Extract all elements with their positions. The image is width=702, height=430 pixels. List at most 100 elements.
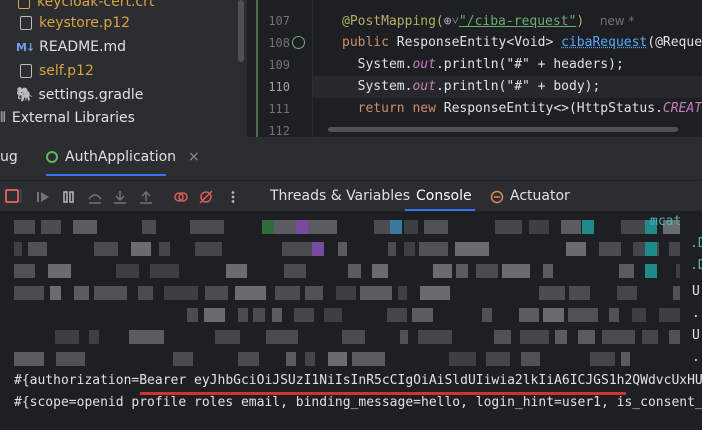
redacted-block (150, 264, 179, 278)
redacted-block (14, 242, 22, 256)
editor-gutter: 107 108 109 110 111 112 (248, 0, 313, 137)
redacted-block (555, 330, 567, 344)
log-line-scope: #{scope=openid profile roles email, bind… (14, 395, 702, 410)
editor-horizontal-scrollbar[interactable] (328, 127, 678, 132)
redacted-block (14, 264, 35, 278)
redacted-block (419, 242, 448, 256)
more-options-icon[interactable] (226, 189, 240, 203)
redacted-block (164, 286, 198, 300)
code-token: ResponseEntity<>(HttpStatus. (435, 101, 663, 116)
resume-icon[interactable] (36, 189, 50, 203)
tree-scrollbar[interactable] (238, 0, 244, 62)
redacted-block (238, 352, 259, 366)
redacted-block (187, 308, 198, 322)
debug-tool-window-header: ug AuthApplication × (0, 137, 702, 181)
redacted-block (390, 220, 402, 234)
redacted-block (590, 352, 615, 366)
redacted-block (502, 264, 530, 278)
code-line-111: return new ResponseEntity<>(HttpStatus.C… (342, 101, 702, 116)
tree-item-label: External Libraries (11, 110, 135, 126)
redacted-block (617, 286, 637, 300)
redacted-block (449, 352, 476, 366)
redacted-block (582, 220, 594, 234)
tab-actuator[interactable]: Actuator (510, 188, 570, 204)
redacted-block (561, 220, 581, 234)
stop-icon[interactable] (5, 189, 19, 203)
redacted-block (418, 330, 452, 344)
redacted-block (294, 308, 314, 322)
redacted-block (215, 330, 240, 344)
redacted-block (669, 330, 680, 344)
close-icon[interactable]: × (188, 149, 200, 165)
redacted-block (645, 264, 657, 278)
view-breakpoints-icon[interactable] (174, 189, 188, 203)
redacted-block (274, 220, 297, 234)
tree-item-self-p12[interactable]: self.p12 (20, 59, 94, 83)
redacted-block (296, 220, 308, 234)
redacted-block (400, 330, 408, 344)
redacted-block (284, 264, 306, 278)
line-number: 108 (268, 36, 290, 50)
redacted-block (173, 352, 193, 366)
step-out-icon[interactable] (139, 189, 153, 204)
spring-run-icon (46, 151, 58, 163)
code-token: System. (342, 79, 413, 94)
step-over-icon[interactable] (88, 189, 102, 204)
tree-item-settings-gradle[interactable]: 🐘 settings.gradle (16, 83, 143, 107)
method-name-token: cibaRequest (561, 35, 648, 50)
redacted-block (272, 308, 282, 322)
tree-item-external-libraries[interactable]: ⫴ External Libraries (0, 106, 135, 130)
run-gutter-icon[interactable] (292, 36, 305, 49)
library-icon: ⫴ (0, 110, 6, 126)
redacted-block (372, 264, 388, 278)
paren-token: ) (576, 14, 585, 29)
active-tab-indicator (405, 209, 475, 211)
tab-auth-application[interactable]: AuthApplication × (46, 146, 200, 168)
redacted-block (328, 352, 347, 366)
redacted-block (253, 308, 265, 322)
redacted-block (336, 286, 356, 300)
redacted-block (131, 242, 151, 256)
file-icon (20, 16, 32, 30)
code-line-107: @PostMapping(⊕˅"/ciba-request") new * (342, 14, 635, 29)
redacted-block (129, 330, 164, 344)
redacted-block (424, 220, 448, 234)
gradle-icon: 🐘 (16, 87, 34, 103)
redacted-block (398, 286, 407, 300)
mute-breakpoints-icon[interactable] (199, 189, 213, 204)
redacted-block (28, 242, 47, 256)
certificate-file-icon (18, 0, 30, 9)
tab-console[interactable]: Console (416, 188, 472, 204)
redacted-block (305, 286, 323, 300)
tab-threads-variables[interactable]: Threads & Variables (270, 188, 410, 204)
redacted-block (338, 242, 347, 256)
redacted-block (404, 220, 418, 234)
redacted-block (374, 220, 391, 234)
redacted-block (262, 220, 274, 234)
redacted-block (48, 264, 71, 278)
log-partial-text: U (692, 328, 700, 343)
redacted-block (482, 308, 492, 322)
annotation-token: @PostMapping( (342, 14, 444, 29)
redacted-block (420, 286, 450, 300)
tree-item-readme[interactable]: M↓ README.md (16, 35, 126, 59)
tree-item-label: self.p12 (39, 63, 94, 79)
redacted-block (348, 264, 361, 278)
keyword-token: public (342, 35, 389, 50)
actuator-icon (490, 189, 504, 204)
globe-icon[interactable]: ⊕ (444, 14, 452, 29)
redacted-block (226, 264, 247, 278)
tree-item-keystore[interactable]: keystore.p12 (20, 11, 130, 35)
redacted-block (569, 286, 590, 300)
redacted-block (116, 264, 139, 278)
markdown-icon: M↓ (16, 40, 35, 54)
redacted-block (433, 264, 452, 278)
step-into-icon[interactable] (113, 189, 127, 204)
code-token: (@Reque (647, 35, 702, 50)
line-number: 107 (268, 14, 290, 28)
console-output[interactable]: mcat .D .D U . U . #{authorization=Beare… (0, 212, 702, 430)
redacted-block (14, 286, 44, 300)
pause-icon[interactable] (62, 189, 76, 203)
redacted-block (14, 220, 35, 234)
code-editor[interactable]: 107 108 109 110 111 112 @PostMapping(⊕˅"… (248, 0, 702, 137)
